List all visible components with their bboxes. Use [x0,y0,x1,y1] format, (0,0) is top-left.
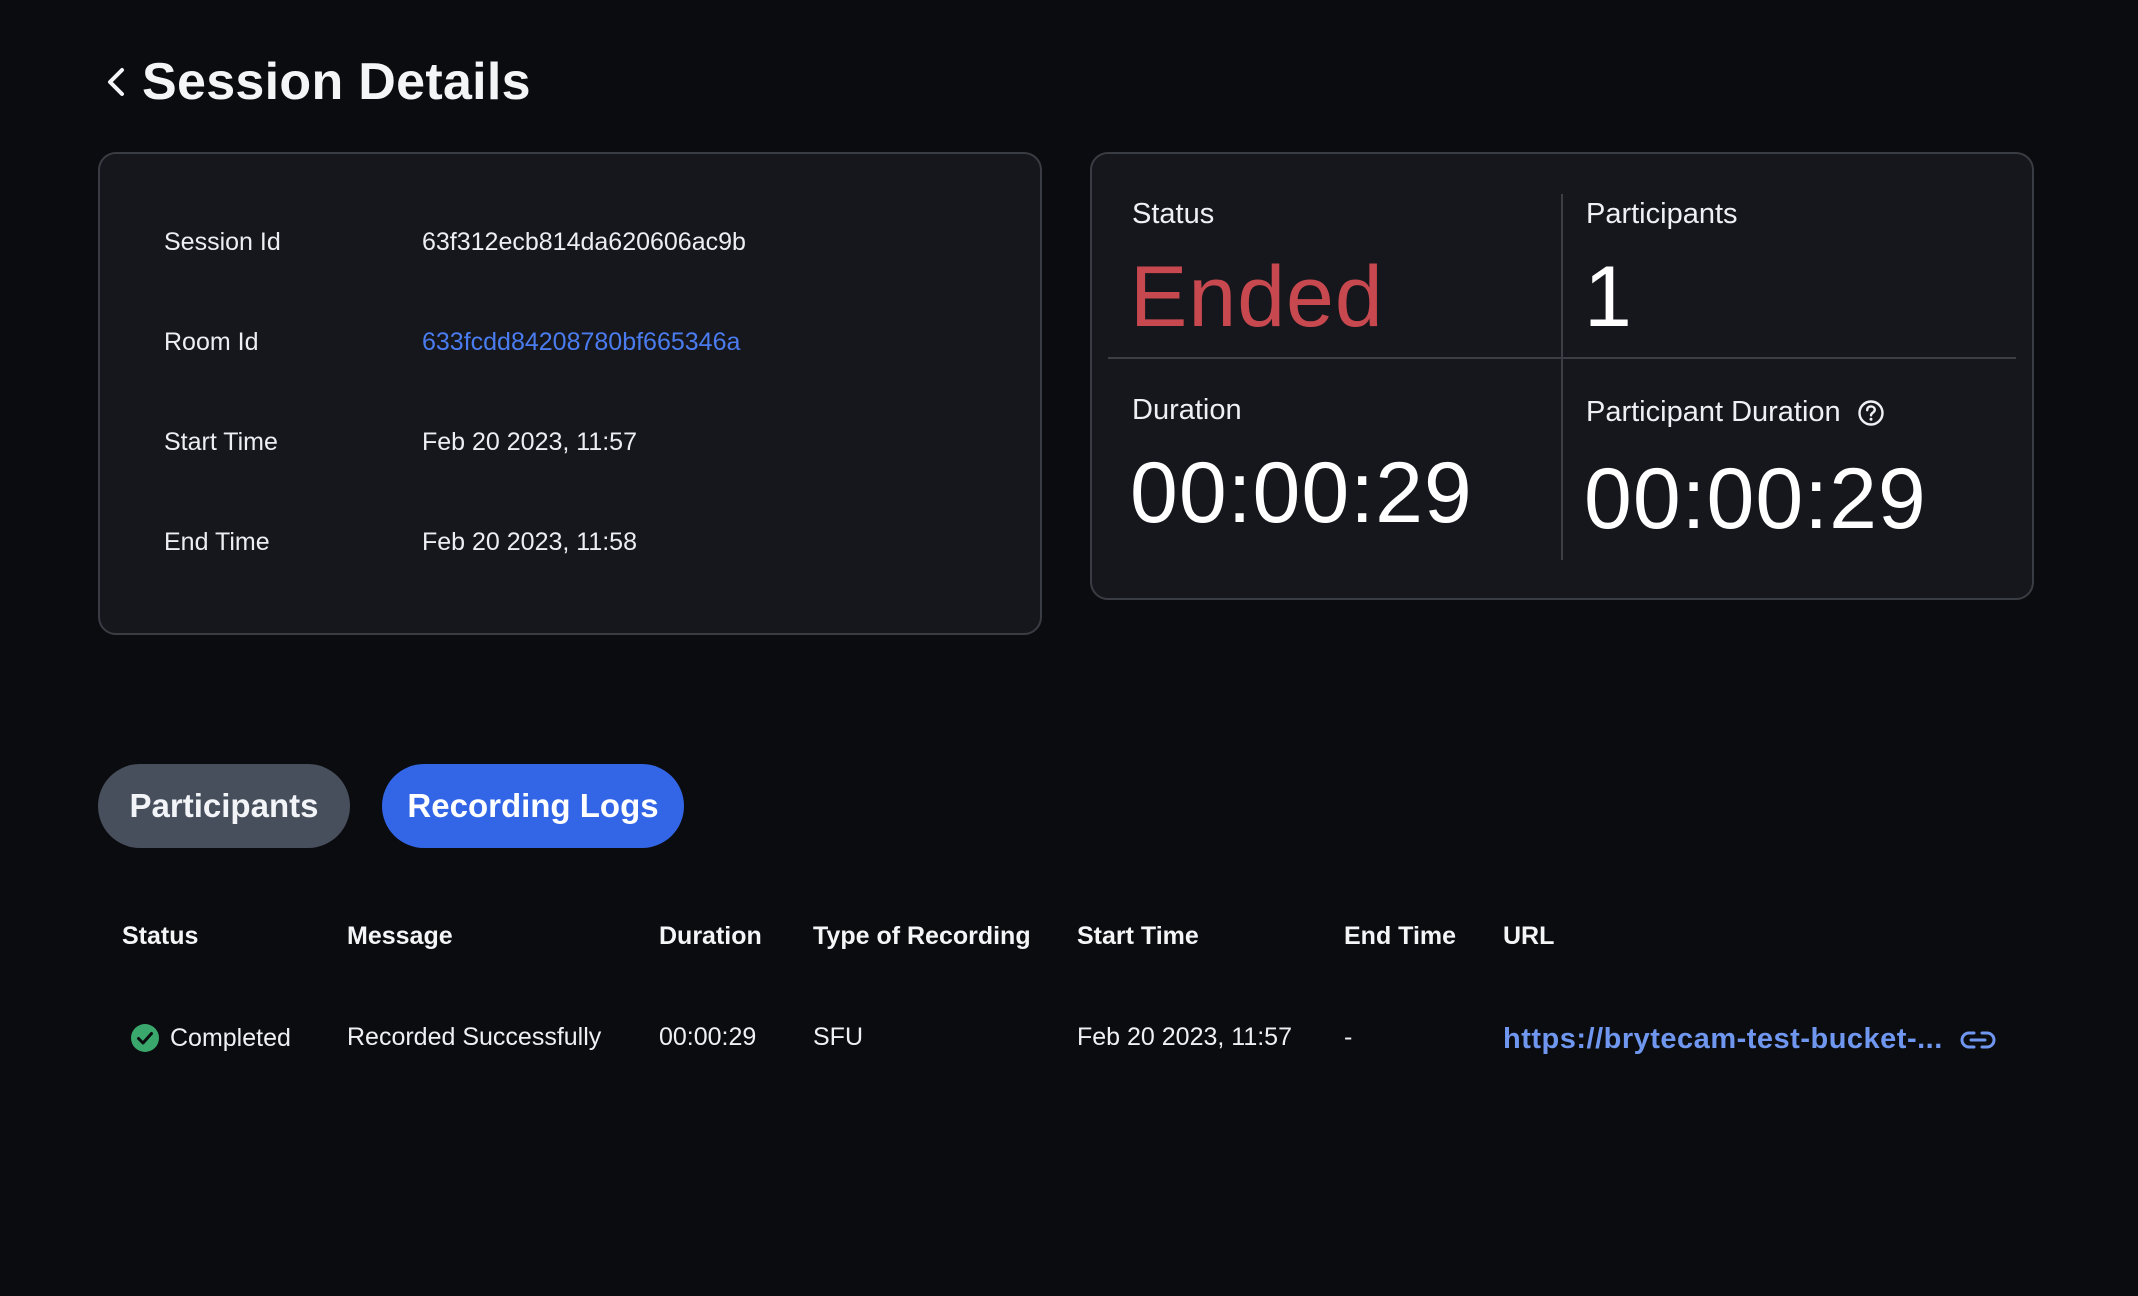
end-time-row: End Time Feb 20 2023, 11:58 [164,528,637,557]
participants-label-text: Participants [1586,198,1738,230]
end-time-cell: - [1344,1023,1353,1051]
page-title: Session Details [142,53,531,111]
duration-cell: 00:00:29 [659,1023,757,1051]
column-header-end-time: End Time [1344,922,1457,950]
session-stats-card: Status Ended Participants 1 Duration 00:… [1090,152,2034,600]
column-header-url: URL [1503,922,1555,950]
tab-recording-logs[interactable]: Recording Logs [382,764,684,848]
session-id-label: Session Id [164,228,281,256]
check-circle-icon [130,1023,160,1053]
session-info-card: Session Id 63f312ecb814da620606ac9b Room… [98,152,1042,635]
column-header-type: Type of Recording [813,922,1031,950]
end-time-value: Feb 20 2023, 11:58 [422,528,637,556]
type-cell: SFU [813,1023,863,1051]
recording-url-link[interactable]: https://brytecam-test-bucket-... [1503,1023,1943,1056]
duration-value: 00:00:29 [1130,445,1473,541]
column-header-duration: Duration [659,922,762,950]
stats-divider-horizontal [1108,357,2016,359]
page-header[interactable]: Session Details [104,52,531,112]
participant-duration-label: Participant Duration [1586,396,1885,429]
duration-label-text: Duration [1132,394,1242,426]
column-header-start-time: Start Time [1077,922,1199,950]
start-time-value: Feb 20 2023, 11:57 [422,428,637,456]
status-label-text: Status [1132,198,1215,230]
start-time-cell: Feb 20 2023, 11:57 [1077,1023,1292,1051]
session-id-value: 63f312ecb814da620606ac9b [422,228,746,256]
session-details-page: Session Details Session Id 63f312ecb814d… [0,0,2138,1296]
participants-label: Participants [1586,198,1738,231]
start-time-row: Start Time Feb 20 2023, 11:57 [164,428,637,457]
participant-duration-label-text: Participant Duration [1586,396,1841,428]
duration-label: Duration [1132,394,1242,427]
status-cell: Completed [130,1023,291,1053]
room-id-link[interactable]: 633fcdd84208780bf665346a [422,328,740,357]
session-id-row: Session Id 63f312ecb814da620606ac9b [164,228,746,257]
room-id-row: Room Id 633fcdd84208780bf665346a [164,328,740,357]
room-id-label: Room Id [164,328,259,356]
end-time-label: End Time [164,528,270,556]
question-circle-icon[interactable] [1857,399,1885,427]
column-header-message: Message [347,922,453,950]
participants-value: 1 [1584,249,1633,345]
message-cell: Recorded Successfully [347,1023,602,1051]
chevron-left-icon[interactable] [104,62,130,102]
tab-participants[interactable]: Participants [98,764,350,848]
status-value: Ended [1130,249,1384,345]
participant-duration-value: 00:00:29 [1584,451,1927,547]
stats-divider-vertical [1561,194,1563,560]
start-time-label: Start Time [164,428,278,456]
status-label: Status [1132,198,1214,231]
link-icon[interactable] [1959,1029,1997,1051]
column-header-status: Status [122,922,199,950]
url-cell[interactable]: https://brytecam-test-bucket-... [1503,1023,1997,1056]
status-text: Completed [170,1023,291,1052]
